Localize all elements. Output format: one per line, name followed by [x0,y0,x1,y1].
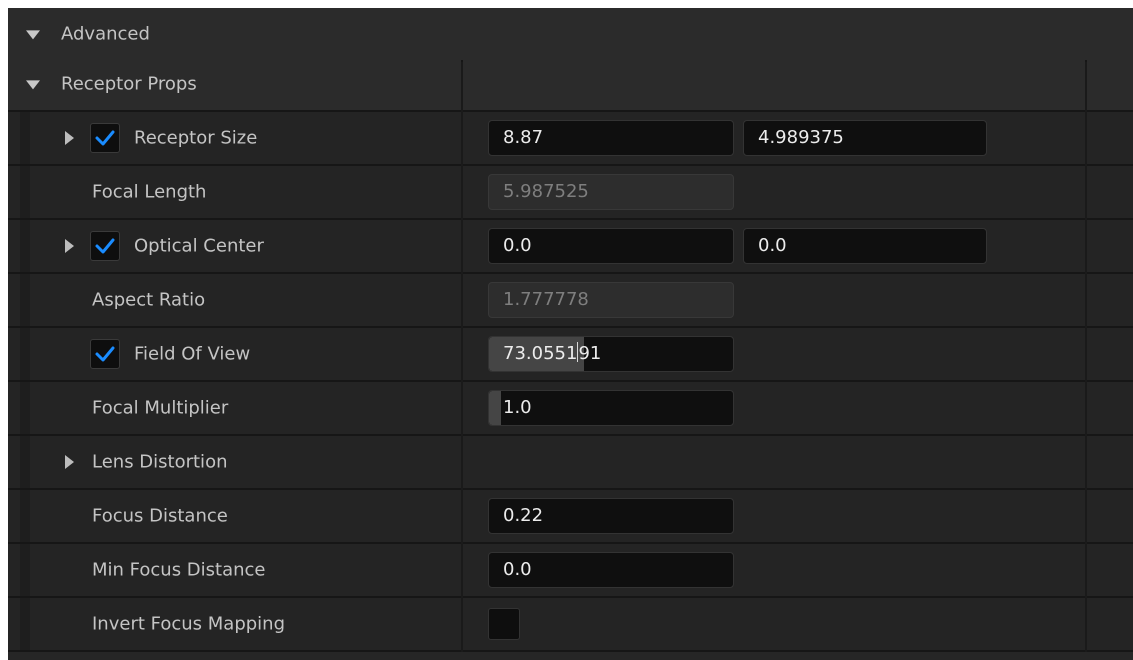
focus-distance-label: Focus Distance [92,505,228,527]
indent-guide [20,544,30,596]
min-focus-distance-label: Min Focus Distance [92,559,266,581]
chevron-down-icon[interactable] [26,80,40,90]
field-of-view-label: Field Of View [134,343,251,365]
indent-guide [20,436,30,488]
section-advanced-label: Advanced [61,23,150,45]
check-icon [95,346,115,362]
row-invert-focus-mapping: Invert Focus Mapping [8,598,1133,652]
row-aspect-ratio-name: Aspect Ratio [8,274,461,328]
focal-length-input: 5.987525 [488,174,734,210]
indent-guide [20,382,30,434]
section-receptor-props-name[interactable]: Receptor Props [8,58,461,112]
row-lens-distortion-name[interactable]: Lens Distortion [8,436,461,490]
row-field-of-view: Field Of View 73.055191 [8,328,1133,382]
details-panel: Advanced Receptor Props Receptor Size 8.… [8,8,1133,660]
row-min-focus-distance-value: 0.0 [463,544,1085,598]
receptor-size-label: Receptor Size [134,127,258,149]
row-tail [1087,112,1133,166]
chevron-down-icon[interactable] [26,30,40,40]
chevron-right-icon[interactable] [65,131,74,145]
row-focal-multiplier-value: 1.0 [463,382,1085,436]
row-focal-multiplier: Focal Multiplier 1.0 [8,382,1133,436]
check-icon [95,130,115,146]
indent-guide [20,490,30,542]
field-of-view-slider-input[interactable]: 73.055191 [488,336,734,372]
section-advanced-bar[interactable]: Advanced [8,8,1133,62]
invert-focus-mapping-checkbox[interactable] [488,608,520,640]
aspect-ratio-input: 1.777778 [488,282,734,318]
row-tail [1087,544,1133,598]
field-of-view-value-head: 73.0551 [503,343,578,364]
chevron-right-icon[interactable] [65,455,74,469]
focal-multiplier-slider-input[interactable]: 1.0 [488,390,734,426]
receptor-size-checkbox[interactable] [90,123,120,153]
panel-bottom-bar [8,652,1133,660]
receptor-size-y-input[interactable]: 4.989375 [743,120,987,156]
row-invert-focus-mapping-value [463,598,1085,652]
lens-distortion-label: Lens Distortion [92,451,228,473]
optical-center-x-input[interactable]: 0.0 [488,228,734,264]
invert-focus-mapping-label: Invert Focus Mapping [92,613,285,635]
field-of-view-value-tail: 91 [578,343,602,364]
row-focal-length-name: Focal Length [8,166,461,220]
row-field-of-view-value: 73.055191 [463,328,1085,382]
row-tail [1087,382,1133,436]
indent-guide [20,112,30,164]
row-focus-distance-value: 0.22 [463,490,1085,544]
row-optical-center-name: Optical Center [8,220,461,274]
row-optical-center: Optical Center 0.0 0.0 [8,220,1133,274]
row-tail [1087,58,1133,112]
row-receptor-size-value: 8.87 4.989375 [463,112,1085,166]
focal-multiplier-slider-fill [489,391,501,425]
focal-multiplier-label: Focal Multiplier [92,397,229,419]
row-focal-length-value: 5.987525 [463,166,1085,220]
optical-center-label: Optical Center [134,235,264,257]
row-tail [1087,220,1133,274]
row-tail [1087,274,1133,328]
row-aspect-ratio-value: 1.777778 [463,274,1085,328]
row-focal-multiplier-name: Focal Multiplier [8,382,461,436]
field-of-view-value: 73.055191 [503,342,602,364]
field-of-view-checkbox[interactable] [90,339,120,369]
min-focus-distance-input[interactable]: 0.0 [488,552,734,588]
row-tail [1087,166,1133,220]
row-min-focus-distance-name: Min Focus Distance [8,544,461,598]
row-focus-distance-name: Focus Distance [8,490,461,544]
check-icon [95,238,115,254]
optical-center-y-input[interactable]: 0.0 [743,228,987,264]
row-focal-length: Focal Length 5.987525 [8,166,1133,220]
row-field-of-view-name: Field Of View [8,328,461,382]
indent-guide [20,328,30,380]
row-tail [1087,490,1133,544]
section-receptor-props[interactable]: Receptor Props [8,58,1133,112]
receptor-size-x-input[interactable]: 8.87 [488,120,734,156]
indent-guide [20,220,30,272]
focal-length-label: Focal Length [92,181,207,203]
row-lens-distortion[interactable]: Lens Distortion [8,436,1133,490]
row-tail [1087,598,1133,652]
focal-multiplier-value: 1.0 [503,397,532,418]
section-advanced[interactable]: Advanced [8,8,1133,62]
row-tail [1087,328,1133,382]
indent-guide [20,598,30,650]
row-optical-center-value: 0.0 0.0 [463,220,1085,274]
row-invert-focus-mapping-name: Invert Focus Mapping [8,598,461,652]
row-receptor-size: Receptor Size 8.87 4.989375 [8,112,1133,166]
row-focus-distance: Focus Distance 0.22 [8,490,1133,544]
indent-guide [20,274,30,326]
indent-guide [20,166,30,218]
optical-center-checkbox[interactable] [90,231,120,261]
aspect-ratio-label: Aspect Ratio [92,289,206,311]
section-receptor-props-value [463,58,1085,112]
row-tail [1087,436,1133,490]
chevron-right-icon[interactable] [65,239,74,253]
row-receptor-size-name: Receptor Size [8,112,461,166]
row-min-focus-distance: Min Focus Distance 0.0 [8,544,1133,598]
row-lens-distortion-value [463,436,1085,490]
row-aspect-ratio: Aspect Ratio 1.777778 [8,274,1133,328]
section-receptor-props-label: Receptor Props [61,73,197,95]
focus-distance-input[interactable]: 0.22 [488,498,734,534]
